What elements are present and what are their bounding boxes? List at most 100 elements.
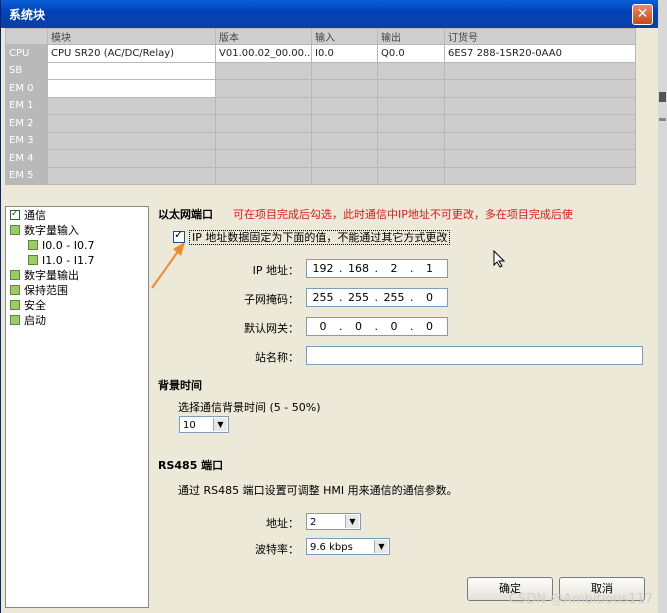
ip-octet: 168 [348, 262, 369, 275]
column-header-output[interactable]: 输出 [377, 28, 445, 45]
input-cell [311, 149, 378, 168]
output-cell [377, 114, 445, 133]
station-name-input[interactable] [306, 346, 643, 365]
dropdown-arrow-icon[interactable]: ▼ [213, 418, 227, 431]
output-cell [377, 96, 445, 115]
order-cell [444, 61, 636, 80]
background-time-title: 背景时间 [158, 379, 202, 392]
fixed-ip-checkbox-row[interactable]: IP 地址数据固定为下面的值，不能通过其它方式更改 [173, 228, 451, 246]
slot-label: EM 0 [5, 79, 48, 98]
rs485-address-value: 2 [310, 517, 317, 528]
order-cell [444, 131, 636, 150]
module-cell[interactable] [47, 96, 216, 115]
module-cell[interactable] [47, 149, 216, 168]
gateway-octet: 0 [319, 320, 327, 333]
input-cell [311, 96, 378, 115]
ethernet-section-title: 以太网端口 [158, 208, 213, 221]
rs485-address-select[interactable]: 2 ▼ [306, 513, 361, 530]
slot-label: EM 4 [5, 149, 48, 168]
mask-octet: 255 [312, 291, 334, 304]
node-icon [10, 225, 20, 235]
tree-item-input-range-0[interactable]: I0.0 - I0.7 [28, 239, 94, 253]
mask-octet: 255 [383, 291, 405, 304]
table-row[interactable]: EM 0 [5, 79, 636, 98]
tree-item-startup[interactable]: 启动 [10, 314, 46, 328]
baud-rate-label: 波特率： [255, 543, 299, 556]
tree-item-retentive-range[interactable]: 保持范围 [10, 284, 68, 298]
column-header-module[interactable]: 模块 [47, 28, 216, 45]
gateway-input[interactable]: 0.0.0.0 [306, 317, 448, 336]
baud-rate-value: 9.6 kbps [310, 542, 353, 553]
version-cell [215, 131, 312, 150]
version-cell [215, 149, 312, 168]
module-cell[interactable] [47, 79, 216, 98]
table-row[interactable]: EM 4 [5, 149, 636, 168]
output-cell [377, 131, 445, 150]
slot-label: EM 1 [5, 96, 48, 115]
dropdown-arrow-icon[interactable]: ▼ [345, 515, 359, 528]
tree-item-security[interactable]: 安全 [10, 299, 46, 313]
table-row[interactable]: EM 2 [5, 114, 636, 133]
close-button[interactable]: ✕ [632, 4, 653, 25]
input-cell [311, 131, 378, 150]
rs485-section-title: RS485 端口 [158, 459, 224, 472]
module-cell[interactable] [47, 131, 216, 150]
slot-label: EM 3 [5, 131, 48, 150]
ip-octet: 2 [390, 262, 398, 275]
subnet-mask-input[interactable]: 255. 255. 255. 0 [306, 288, 448, 307]
table-row[interactable]: EM 1 [5, 96, 636, 115]
order-cell [444, 79, 636, 98]
order-cell [444, 149, 636, 168]
module-cell[interactable] [47, 166, 216, 185]
version-cell [215, 114, 312, 133]
dropdown-arrow-icon[interactable]: ▼ [374, 540, 388, 553]
background-time-hint: 选择通信背景时间 (5 - 50%) [178, 401, 321, 414]
baud-rate-select[interactable]: 9.6 kbps ▼ [306, 538, 390, 555]
station-name-label: 站名称： [255, 351, 299, 364]
output-cell [377, 149, 445, 168]
version-cell [215, 166, 312, 185]
ip-address-input[interactable]: 192. 168. 2. 1 [306, 259, 448, 278]
order-cell [444, 114, 636, 133]
slot-label: CPU [5, 44, 48, 63]
node-icon [28, 240, 38, 250]
table-header-row: 模块 版本 输入 输出 订货号 [5, 28, 636, 45]
table-row[interactable]: CPU CPU SR20 (AC/DC/Relay) V01.00.02_00.… [5, 44, 636, 63]
ip-octet: 1 [426, 262, 433, 275]
input-cell [311, 61, 378, 80]
title-bar[interactable]: 系统块 ✕ [1, 0, 659, 28]
watermark: CSDN @Ambitious117 [508, 592, 653, 607]
background-time-select[interactable]: 10 ▼ [179, 416, 229, 433]
column-header-version[interactable]: 版本 [215, 28, 312, 45]
annotation-arrow-icon [151, 242, 185, 289]
edge-mark [659, 92, 666, 102]
node-icon [10, 315, 20, 325]
version-cell [215, 79, 312, 98]
module-cell[interactable] [47, 114, 216, 133]
column-header-input[interactable]: 输入 [311, 28, 378, 45]
table-row[interactable]: EM 5 [5, 166, 636, 185]
slot-label: EM 2 [5, 114, 48, 133]
table-row[interactable]: EM 3 [5, 131, 636, 150]
tree-item-digital-input[interactable]: 数字量输入 [10, 224, 79, 238]
slot-label: EM 5 [5, 166, 48, 185]
background-window-edge [658, 0, 667, 613]
fixed-ip-checkbox[interactable] [173, 228, 185, 243]
gateway-octet: 0 [355, 320, 362, 333]
module-cell[interactable] [47, 61, 216, 80]
rs485-hint: 通过 RS485 端口设置可调整 HMI 用来通信的通信参数。 [178, 484, 458, 497]
output-cell [377, 166, 445, 185]
column-header-order[interactable]: 订货号 [444, 28, 636, 45]
ip-address-label: IP 地址： [252, 264, 299, 277]
config-tree: 通信 数字量输入 I0.0 - I0.7 I1.0 - I1.7 数字量输出 保… [5, 206, 149, 608]
gateway-octet: 0 [390, 320, 398, 333]
module-cell[interactable]: CPU SR20 (AC/DC/Relay) [47, 44, 216, 63]
table-row[interactable]: SB [5, 61, 636, 80]
input-cell [311, 114, 378, 133]
tree-item-communication[interactable]: 通信 [10, 207, 46, 223]
node-icon [10, 285, 20, 295]
order-cell [444, 166, 636, 185]
tree-item-digital-output[interactable]: 数字量输出 [10, 269, 79, 283]
module-table: 模块 版本 输入 输出 订货号 CPU CPU SR20 (AC/DC/Rela… [5, 28, 636, 185]
tree-item-input-range-1[interactable]: I1.0 - I1.7 [28, 254, 94, 268]
